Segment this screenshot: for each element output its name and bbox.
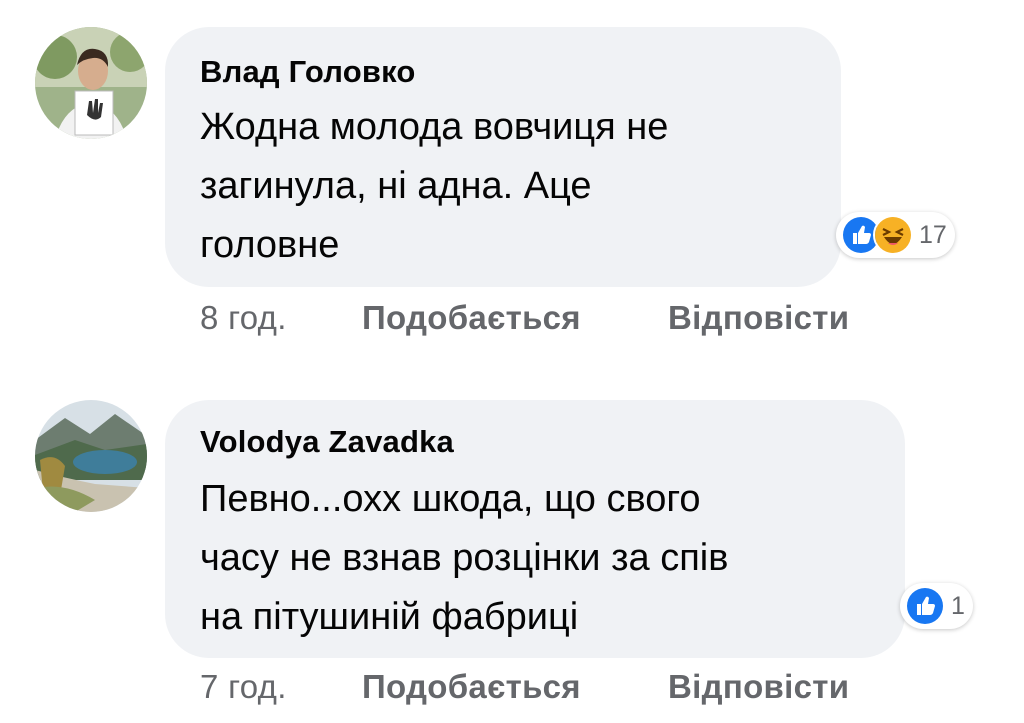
reactions-summary[interactable]: 1 [900,583,973,629]
reaction-count: 17 [919,220,947,249]
avatar-photo [35,27,147,139]
comment-text: Певно...охх шкода, що свого часу не взна… [200,478,729,638]
avatar[interactable] [35,400,147,512]
reply-button[interactable]: Відповісти [668,668,849,706]
haha-icon [873,215,913,255]
like-icon [905,586,945,626]
comment-author[interactable]: Влад Головко [200,54,416,90]
reply-button[interactable]: Відповісти [668,299,849,337]
avatar-photo [35,400,147,512]
comment-timestamp[interactable]: 7 год. [200,668,287,706]
comment-author[interactable]: Volodya Zavadka [200,424,454,460]
reactions-summary[interactable]: 17 [836,212,955,258]
comment-timestamp[interactable]: 8 год. [200,299,287,337]
like-button[interactable]: Подобається [362,299,581,337]
like-button[interactable]: Подобається [362,668,581,706]
avatar[interactable] [35,27,147,139]
comment-text: Жодна молода вовчиця не загинула, ні адн… [200,106,669,266]
reaction-count: 1 [951,591,965,620]
